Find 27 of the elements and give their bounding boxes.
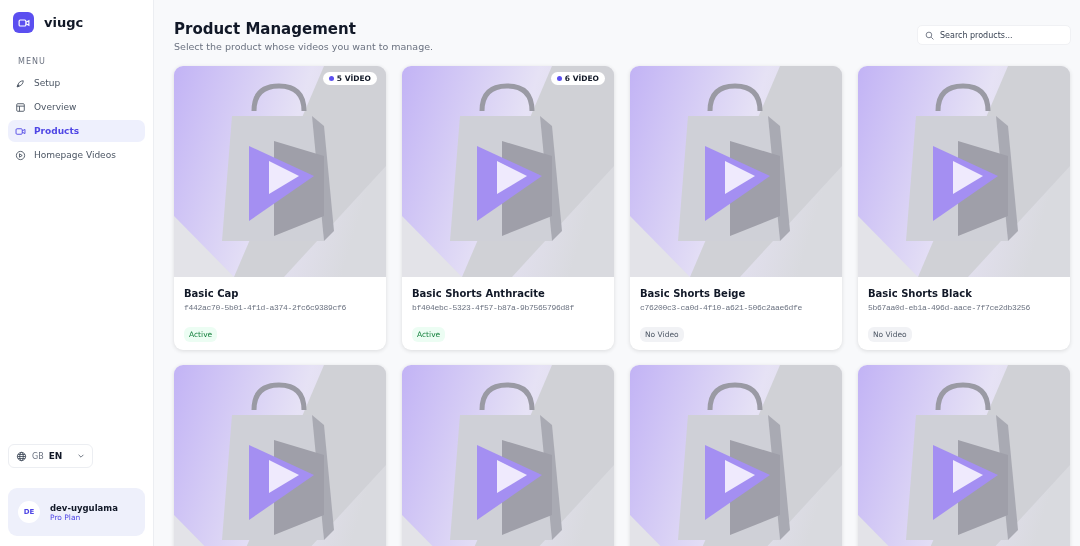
brand-name: viugc — [44, 15, 84, 30]
product-name: Basic Shorts Beige — [640, 288, 747, 299]
product-name: Basic Shorts Black — [868, 288, 973, 299]
video-icon — [15, 125, 26, 137]
layout-icon — [15, 101, 26, 113]
language-select[interactable]: GB EN — [8, 444, 93, 468]
play-icon — [15, 149, 26, 161]
product-id: c76200c3-ca0d-4f10-a621-506c2aae6dfe — [640, 303, 804, 312]
search-field[interactable]: Search products... — [917, 25, 1071, 45]
page-subtitle: Select the product whose videos you want to manage. — [174, 41, 434, 52]
product-id: 5b67aa0d-eb1a-496d-aace-7f7ce2db3256 — [868, 303, 1032, 312]
nav-item[interactable]: Setup — [8, 72, 145, 94]
nav-item[interactable]: Homepage Videos — [8, 144, 145, 166]
language-code: EN — [48, 451, 63, 461]
product-name: Basic Shorts Anthracite — [412, 288, 546, 299]
logo-icon — [13, 12, 34, 33]
product-name: Basic Cap — [184, 288, 240, 299]
flag-code: GB — [32, 451, 44, 461]
product-id: f442ac70-5b01-4f1d-a374-2fc6c9389cf6 — [184, 303, 348, 312]
chevron-down-icon — [77, 452, 85, 460]
menu-heading: MENU — [17, 57, 47, 66]
user-name: dev-uygulama — [50, 502, 118, 513]
page-title: Product Management — [174, 20, 357, 38]
globe-icon — [16, 450, 27, 462]
product-id: bf404ebc-5323-4f57-b87a-9b7565796d8f — [412, 303, 576, 312]
nav-item[interactable]: Products — [8, 120, 145, 142]
nav-item[interactable]: Overview — [8, 96, 145, 118]
